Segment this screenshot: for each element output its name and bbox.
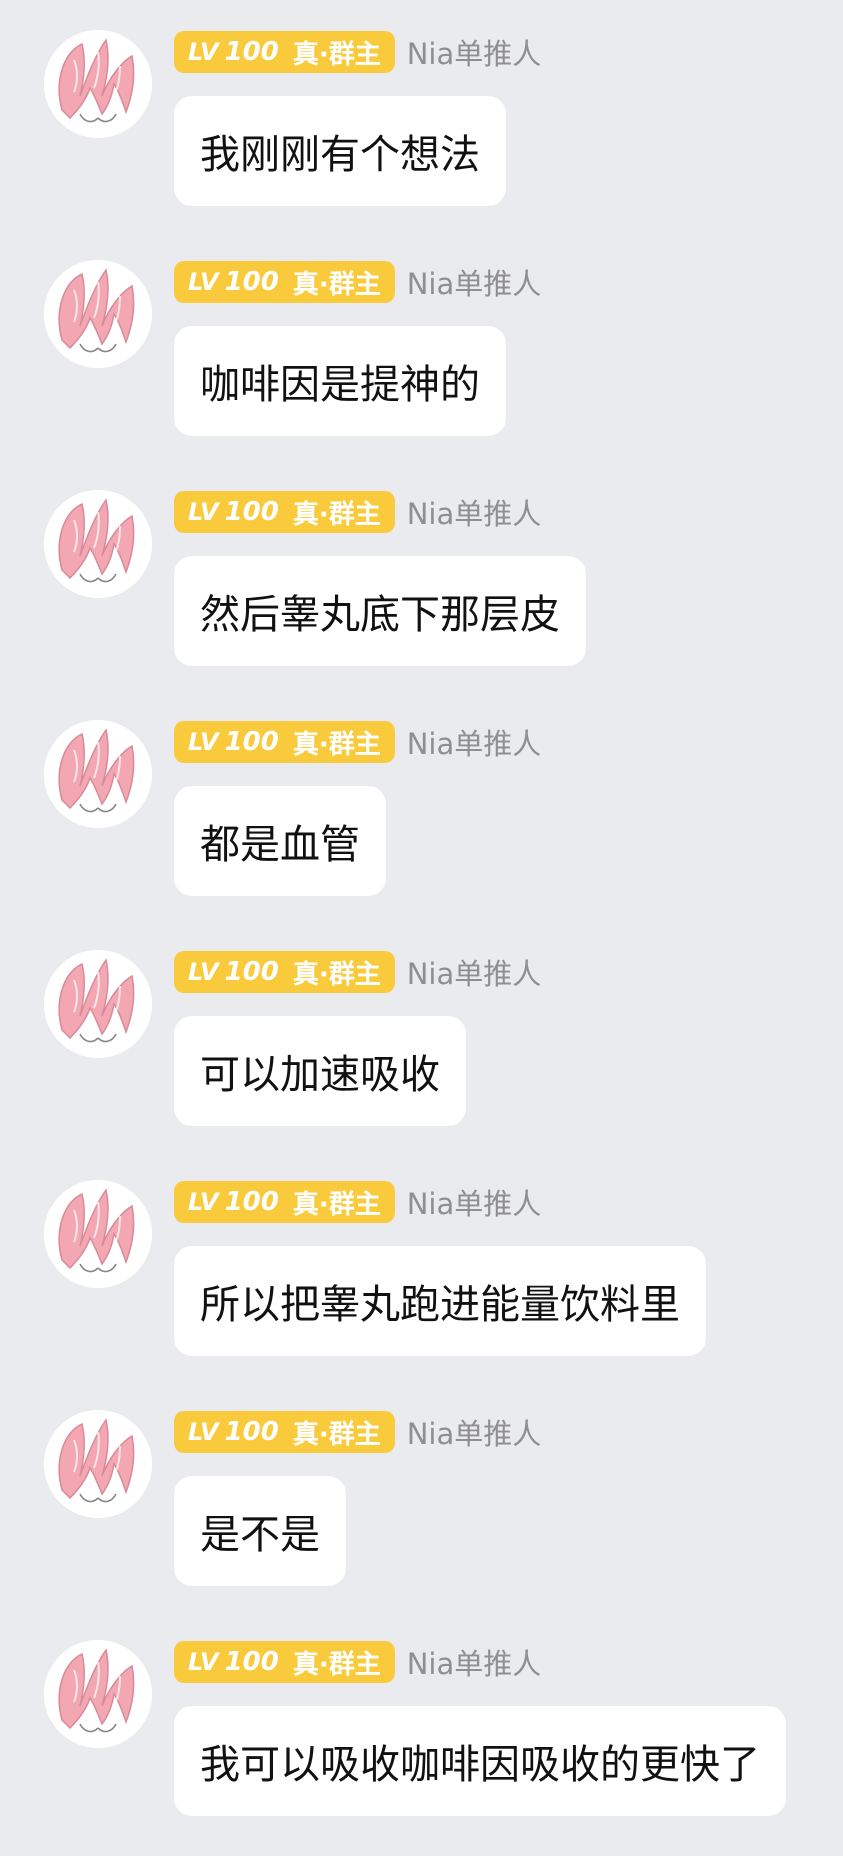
- sender-name[interactable]: Nia单推人: [407, 951, 542, 993]
- message-header: LV 100 真·群主 Nia单推人: [174, 30, 541, 74]
- avatar[interactable]: [44, 950, 152, 1058]
- badge-title: 真·群主: [292, 499, 381, 530]
- pink-haired-anime-avatar-icon: [44, 1180, 152, 1288]
- badge-lv-text: LV: [188, 728, 219, 756]
- badge-level-number: 100: [224, 1417, 279, 1447]
- avatar[interactable]: [44, 1180, 152, 1288]
- chat-message: LV 100 真·群主 Nia单推人 是不是: [0, 1380, 843, 1610]
- level-badge[interactable]: LV 100 真·群主: [174, 491, 395, 533]
- chat-message: LV 100 真·群主 Nia单推人 咖啡因是提神的: [0, 230, 843, 460]
- message-bubble[interactable]: 都是血管: [174, 786, 386, 896]
- sender-name[interactable]: Nia单推人: [407, 1641, 542, 1683]
- chat-message-list[interactable]: LV 100 真·群主 Nia单推人 我刚刚有个想法 LV 100 真·群主 N…: [0, 0, 843, 1856]
- avatar[interactable]: [44, 1410, 152, 1518]
- message-bubble[interactable]: 然后睾丸底下那层皮: [174, 556, 586, 666]
- badge-lv-text: LV: [188, 1418, 219, 1446]
- level-badge[interactable]: LV 100 真·群主: [174, 1411, 395, 1453]
- pink-haired-anime-avatar-icon: [44, 720, 152, 828]
- badge-title: 真·群主: [292, 39, 381, 70]
- level-badge[interactable]: LV 100 真·群主: [174, 951, 395, 993]
- badge-lv-text: LV: [188, 1188, 219, 1216]
- avatar[interactable]: [44, 490, 152, 598]
- message-header: LV 100 真·群主 Nia单推人: [174, 1410, 541, 1454]
- pink-haired-anime-avatar-icon: [44, 490, 152, 598]
- message-bubble[interactable]: 咖啡因是提神的: [174, 326, 506, 436]
- message-bubble[interactable]: 我刚刚有个想法: [174, 96, 506, 206]
- chat-message: LV 100 真·群主 Nia单推人 我刚刚有个想法: [0, 0, 843, 230]
- message-bubble[interactable]: 我可以吸收咖啡因吸收的更快了: [174, 1706, 786, 1816]
- level-badge[interactable]: LV 100 真·群主: [174, 1181, 395, 1223]
- badge-title: 真·群主: [292, 1419, 381, 1450]
- pink-haired-anime-avatar-icon: [44, 260, 152, 368]
- badge-title: 真·群主: [292, 959, 381, 990]
- pink-haired-anime-avatar-icon: [44, 1410, 152, 1518]
- avatar[interactable]: [44, 260, 152, 368]
- badge-lv-text: LV: [188, 268, 219, 296]
- pink-haired-anime-avatar-icon: [44, 950, 152, 1058]
- sender-name[interactable]: Nia单推人: [407, 1181, 542, 1223]
- level-badge[interactable]: LV 100 真·群主: [174, 31, 395, 73]
- badge-lv-text: LV: [188, 38, 219, 66]
- badge-title: 真·群主: [292, 1649, 381, 1680]
- level-badge[interactable]: LV 100 真·群主: [174, 1641, 395, 1683]
- badge-level-number: 100: [224, 267, 279, 297]
- level-badge[interactable]: LV 100 真·群主: [174, 721, 395, 763]
- badge-lv-text: LV: [188, 1648, 219, 1676]
- badge-title: 真·群主: [292, 729, 381, 760]
- level-badge[interactable]: LV 100 真·群主: [174, 261, 395, 303]
- sender-name[interactable]: Nia单推人: [407, 1411, 542, 1453]
- chat-message: LV 100 真·群主 Nia单推人 都是血管: [0, 690, 843, 920]
- badge-level-number: 100: [224, 727, 279, 757]
- badge-level-number: 100: [224, 497, 279, 527]
- avatar[interactable]: [44, 720, 152, 828]
- badge-lv-text: LV: [188, 958, 219, 986]
- badge-level-number: 100: [224, 1647, 279, 1677]
- sender-name[interactable]: Nia单推人: [407, 31, 542, 73]
- sender-name[interactable]: Nia单推人: [407, 491, 542, 533]
- message-bubble[interactable]: 所以把睾丸跑进能量饮料里: [174, 1246, 706, 1356]
- sender-name[interactable]: Nia单推人: [407, 261, 542, 303]
- pink-haired-anime-avatar-icon: [44, 30, 152, 138]
- badge-level-number: 100: [224, 37, 279, 67]
- message-header: LV 100 真·群主 Nia单推人: [174, 260, 541, 304]
- message-bubble[interactable]: 可以加速吸收: [174, 1016, 466, 1126]
- chat-message: LV 100 真·群主 Nia单推人 我可以吸收咖啡因吸收的更快了: [0, 1610, 843, 1840]
- badge-title: 真·群主: [292, 269, 381, 300]
- message-header: LV 100 真·群主 Nia单推人: [174, 1180, 541, 1224]
- pink-haired-anime-avatar-icon: [44, 1640, 152, 1748]
- sender-name[interactable]: Nia单推人: [407, 721, 542, 763]
- message-bubble[interactable]: 是不是: [174, 1476, 346, 1586]
- message-header: LV 100 真·群主 Nia单推人: [174, 950, 541, 994]
- avatar[interactable]: [44, 30, 152, 138]
- message-header: LV 100 真·群主 Nia单推人: [174, 720, 541, 764]
- message-header: LV 100 真·群主 Nia单推人: [174, 1640, 541, 1684]
- avatar[interactable]: [44, 1640, 152, 1748]
- badge-lv-text: LV: [188, 498, 219, 526]
- badge-level-number: 100: [224, 957, 279, 987]
- chat-message: LV 100 真·群主 Nia单推人 所以把睾丸跑进能量饮料里: [0, 1150, 843, 1380]
- badge-level-number: 100: [224, 1187, 279, 1217]
- badge-title: 真·群主: [292, 1189, 381, 1220]
- message-header: LV 100 真·群主 Nia单推人: [174, 490, 541, 534]
- chat-message: LV 100 真·群主 Nia单推人 然后睾丸底下那层皮: [0, 460, 843, 690]
- chat-message: LV 100 真·群主 Nia单推人 可以加速吸收: [0, 920, 843, 1150]
